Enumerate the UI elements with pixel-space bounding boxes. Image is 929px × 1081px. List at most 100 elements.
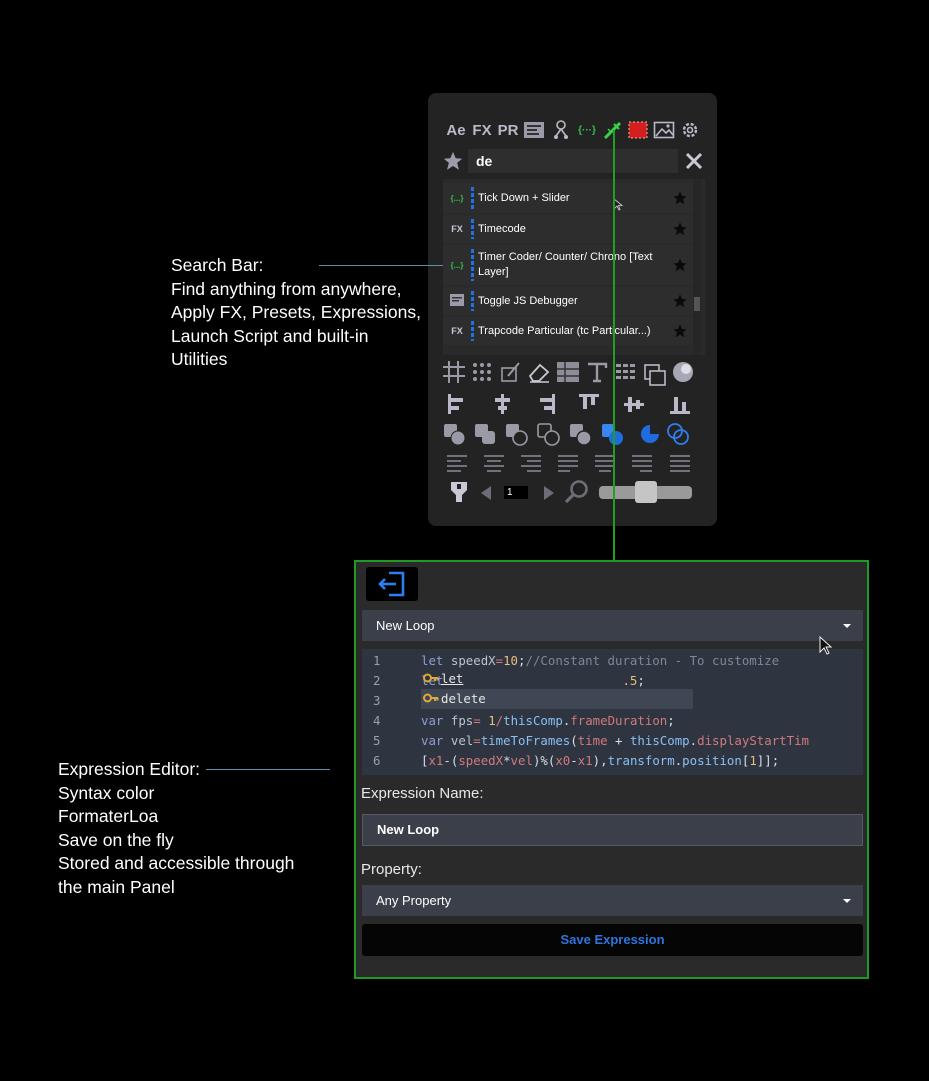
justify-all-icon[interactable]: [668, 452, 692, 476]
property-select[interactable]: Any Property: [362, 885, 863, 916]
expression-type-icon: {...}: [450, 260, 464, 270]
callout-line: Find anything from anywhere,: [171, 278, 402, 299]
result-label: Timer Coder/ Counter/ Chrono [Text Layer…: [478, 251, 653, 278]
script-type-icon: [443, 294, 471, 308]
line-number: 5: [373, 733, 381, 748]
paragraph-align-center-icon[interactable]: [482, 452, 506, 476]
favorites-star-icon[interactable]: [442, 150, 464, 172]
property-select-value: Any Property: [376, 893, 452, 908]
paragraph-toolbar: [442, 452, 706, 478]
mouse-cursor-icon: [819, 636, 833, 655]
search-bar-callout: Search Bar: Find anything from anywhere,…: [171, 254, 431, 372]
favorite-star-icon[interactable]: [667, 221, 693, 237]
paragraph-align-left-icon[interactable]: [445, 452, 469, 476]
shape-overlap-icon[interactable]: [666, 422, 690, 446]
code-line: var vel=timeToFrames(time + thisComp.dis…: [421, 733, 810, 748]
connector-line: [613, 130, 615, 561]
favorite-star-icon[interactable]: [667, 293, 693, 309]
favorite-star-icon[interactable]: [667, 257, 693, 273]
render-icon[interactable]: [627, 120, 649, 140]
utility-toolbar: [442, 360, 706, 386]
pr-icon[interactable]: PR: [497, 120, 519, 140]
shape-front-icon[interactable]: [600, 422, 624, 446]
align-right-icon[interactable]: [534, 392, 558, 416]
callout-line: FormaterLoa: [58, 806, 159, 826]
line-number: 1: [373, 653, 381, 668]
callout-line: Apply FX, Presets, Expressions,: [171, 302, 421, 322]
script-listing-icon[interactable]: [523, 120, 545, 140]
result-label: Toggle JS Debugger: [478, 294, 578, 307]
callout-line: Stored and accessible through: [58, 853, 295, 873]
zoom-slider-thumb[interactable]: [634, 481, 657, 503]
settings-gear-icon[interactable]: [679, 120, 701, 140]
list-item[interactable]: FX Timecode: [443, 215, 693, 243]
align-center-v-icon[interactable]: [622, 392, 646, 416]
favorite-star-icon[interactable]: [667, 190, 693, 206]
code-editor[interactable]: 1 let speedX=10;//Constant duration - To …: [362, 649, 863, 775]
line-number: 6: [373, 753, 381, 768]
expression-editor: New Loop 1 let speedX=10;//Constant durat…: [354, 560, 869, 979]
text-table-icon[interactable]: [556, 360, 580, 384]
ae-icon[interactable]: Ae: [445, 120, 467, 140]
callout-leader-line: [319, 265, 443, 266]
shape-union-icon[interactable]: [442, 422, 466, 446]
shape-merge-icon[interactable]: [473, 422, 497, 446]
text-tool-icon[interactable]: [585, 360, 609, 384]
zoom-icon[interactable]: [564, 479, 590, 505]
align-center-h-icon[interactable]: [490, 392, 514, 416]
frame-input[interactable]: 1: [504, 486, 528, 499]
exit-button[interactable]: [366, 567, 418, 601]
paragraph-align-right-icon[interactable]: [519, 452, 543, 476]
expression-icon[interactable]: {···}: [575, 120, 599, 140]
list-item[interactable]: {...} Timer Coder/ Counter/ Chrono [Text…: [443, 245, 693, 285]
save-expression-button[interactable]: Save Expression: [362, 924, 863, 956]
layers-icon[interactable]: [643, 363, 667, 387]
autocomplete-item-selected[interactable]: delete: [421, 689, 693, 709]
expression-select[interactable]: New Loop: [362, 610, 863, 641]
dots-grid-icon[interactable]: [470, 360, 494, 384]
align-top-icon[interactable]: [577, 392, 601, 416]
previous-frame-icon[interactable]: [479, 485, 493, 501]
justify-left-icon[interactable]: [556, 452, 580, 476]
shape-exclude-icon[interactable]: [568, 422, 592, 446]
search-results-list: {...} Tick Down + Slider FX Timecode {..…: [443, 179, 705, 355]
exit-icon: [378, 571, 405, 597]
favorite-star-icon[interactable]: [667, 323, 693, 339]
list-grid-icon[interactable]: [614, 360, 638, 384]
next-frame-icon[interactable]: [542, 485, 556, 501]
expression-editor-callout: Expression Editor: Syntax color Formater…: [58, 758, 328, 899]
grid-icon[interactable]: [442, 360, 466, 384]
scrollbar-thumb[interactable]: [694, 297, 700, 311]
list-item[interactable]: Toggle JS Debugger: [443, 287, 693, 315]
marker-icon[interactable]: [448, 480, 470, 504]
callout-line: Save on the fly: [58, 829, 174, 850]
align-left-icon[interactable]: [445, 392, 469, 416]
expression-name-input[interactable]: New Loop: [362, 814, 863, 846]
shape-pie-icon[interactable]: [638, 422, 662, 446]
autocomplete-item[interactable]: let: [421, 669, 693, 689]
node-tree-icon[interactable]: [551, 120, 571, 140]
shape-subtract-icon[interactable]: [504, 422, 528, 446]
shape-intersect-icon[interactable]: [536, 422, 560, 446]
autocomplete-popup: let delete: [421, 669, 693, 711]
image-icon[interactable]: [653, 120, 675, 140]
chevron-down-icon: [843, 899, 851, 903]
sphere-icon[interactable]: [671, 360, 695, 384]
line-number: 4: [373, 713, 381, 728]
edit-text-icon[interactable]: [498, 360, 522, 384]
results-scrollbar[interactable]: [693, 179, 701, 355]
code-line: let speedX=10;//Constant duration - To c…: [421, 653, 780, 668]
expression-name-label: Expression Name:: [361, 785, 484, 802]
eraser-icon[interactable]: [527, 360, 551, 384]
property-label: Property:: [361, 861, 422, 878]
fx-icon[interactable]: FX: [471, 120, 493, 140]
search-input[interactable]: [468, 149, 678, 173]
list-item[interactable]: FX Trapcode Particular (tc Particular...…: [443, 317, 693, 345]
list-item[interactable]: {...} Tick Down + Slider: [443, 183, 693, 213]
clear-search-icon[interactable]: [683, 150, 705, 172]
result-label: Tick Down + Slider: [478, 191, 570, 204]
justify-right-icon[interactable]: [630, 452, 654, 476]
callout-line: Launch Script and built-in: [171, 325, 369, 346]
key-icon: [423, 691, 439, 711]
align-bottom-icon[interactable]: [668, 392, 692, 416]
